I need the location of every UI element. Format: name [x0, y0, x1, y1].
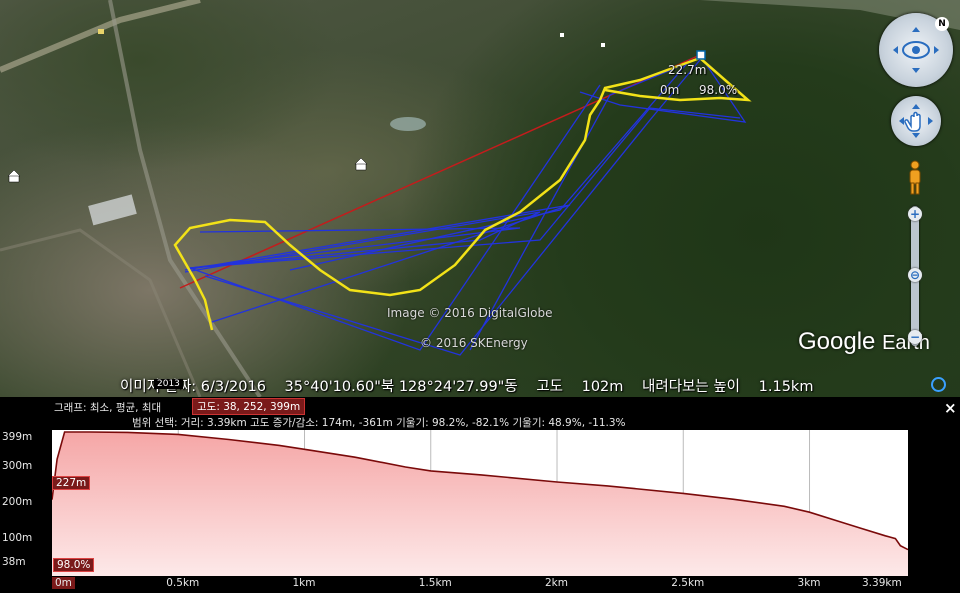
x-tick: 0.5km [166, 577, 200, 589]
y-tick: 399m [2, 431, 33, 443]
coordinates: 35°40'10.60"북 128°24'27.99"동 [284, 379, 518, 395]
x-tick: 2km [545, 577, 568, 589]
graph-info: 그래프: 최소, 평균, 최대 [54, 402, 162, 414]
x-tick: 0m [52, 577, 75, 589]
imagery-attribution: Image © 2016 DigitalGlobe [387, 306, 553, 320]
x-tick: 1km [292, 577, 316, 589]
map-view[interactable]: 22.7m 0m 98.0% Image © 2016 DigitalGlobe… [0, 0, 960, 397]
y-tick: 200m [2, 496, 33, 508]
zoom-in-button[interactable]: + [908, 207, 922, 221]
imagery-year: 2013 [154, 379, 183, 389]
cursor-elevation-tag: 227m [52, 476, 91, 490]
north-button[interactable]: N [935, 17, 949, 31]
street-view-pegman-icon[interactable] [906, 160, 924, 196]
marker-label-distance: 0m [660, 83, 680, 97]
x-tick: 2.5km [671, 577, 705, 589]
zoom-slider-handle[interactable]: ⊖ [908, 268, 922, 282]
move-control[interactable] [891, 96, 941, 146]
x-tick: 3km [797, 577, 821, 589]
data-attribution: © 2016 SKEnergy [420, 336, 528, 350]
streaming-globe-icon [931, 377, 946, 392]
elevation-label: 고도 [536, 379, 563, 395]
status-bar: 이미지 날짜: 6/3/2016 35°40'10.60"북 128°24'27… [120, 375, 827, 396]
range-info: 범위 선택: 거리: 3.39km 고도 증가/감소: 174m, -361m … [132, 417, 626, 429]
elevation-value: 102m [581, 379, 624, 395]
elevation-chart[interactable] [52, 430, 908, 576]
x-tick: 3.39km [862, 577, 902, 589]
marker-label-elevation: 22.7m [668, 63, 707, 77]
y-tick: 100m [2, 532, 33, 544]
marker-label-slope: 98.0% [699, 83, 738, 97]
close-profile-button[interactable]: × [944, 399, 957, 417]
imagery-date: 이미지 날짜: 6/3/2016 [120, 379, 266, 395]
cursor-slope-tag: 98.0% [53, 558, 95, 572]
y-tick: 38m [2, 556, 26, 568]
zoom-out-button[interactable]: − [908, 330, 922, 344]
eye-altitude-label: 내려다보는 높이 [642, 379, 741, 395]
y-tick: 300m [2, 460, 33, 472]
altitude-summary: 고도: 38, 252, 399m [192, 398, 306, 415]
x-tick: 1.5km [418, 577, 452, 589]
eye-altitude-value: 1.15km [758, 379, 814, 395]
hand-icon [899, 104, 933, 138]
